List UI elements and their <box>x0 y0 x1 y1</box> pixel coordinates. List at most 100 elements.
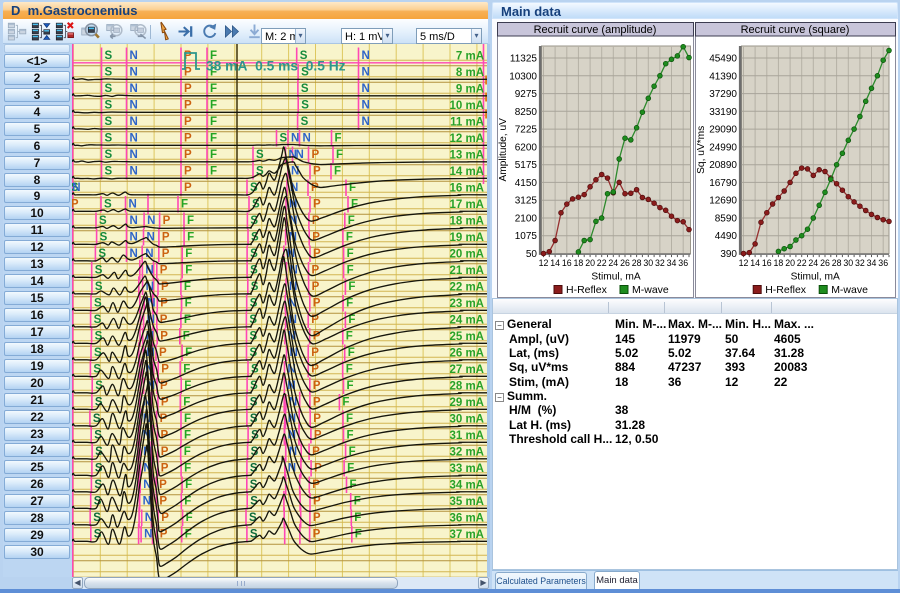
svg-text:20: 20 <box>785 258 795 268</box>
svg-text:18 mA: 18 mA <box>449 216 484 228</box>
svg-text:F: F <box>350 479 357 491</box>
svg-text:M-wave: M-wave <box>831 284 868 296</box>
svg-text:33 mA: 33 mA <box>449 463 484 475</box>
svg-text:P: P <box>311 347 319 359</box>
svg-text:S: S <box>105 66 113 78</box>
svg-text:S: S <box>105 99 113 111</box>
svg-text:F: F <box>347 380 354 392</box>
svg-text:F: F <box>210 165 217 177</box>
svg-text:F: F <box>187 215 194 227</box>
svg-text:390: 390 <box>720 249 737 260</box>
svg-text:N: N <box>362 116 370 128</box>
svg-text:P: P <box>162 248 170 260</box>
svg-text:16 mA: 16 mA <box>449 183 484 195</box>
svg-text:N: N <box>130 215 138 227</box>
svg-text:19 mA: 19 mA <box>449 232 484 244</box>
svg-text:N: N <box>130 83 138 95</box>
svg-text:2100: 2100 <box>515 214 538 225</box>
svg-text:S: S <box>105 50 113 62</box>
svg-text:34 mA: 34 mA <box>449 480 484 492</box>
svg-text:26 mA: 26 mA <box>449 348 484 360</box>
svg-text:N: N <box>362 83 370 95</box>
svg-text:22: 22 <box>597 258 607 268</box>
svg-text:P: P <box>184 149 192 161</box>
svg-text:S: S <box>301 83 309 95</box>
svg-text:P: P <box>313 413 321 425</box>
svg-text:P: P <box>161 363 169 375</box>
svg-text:16790: 16790 <box>709 178 737 189</box>
svg-text:12: 12 <box>539 258 549 268</box>
svg-text:9275: 9275 <box>515 89 538 100</box>
svg-text:N: N <box>362 50 370 62</box>
svg-text:F: F <box>184 446 191 458</box>
svg-text:P: P <box>160 297 168 309</box>
svg-text:18: 18 <box>574 258 584 268</box>
svg-text:8 mA: 8 mA <box>456 67 484 79</box>
svg-text:28: 28 <box>632 258 642 268</box>
svg-text:36: 36 <box>878 258 888 268</box>
svg-text:N: N <box>130 66 138 78</box>
svg-text:35 mA: 35 mA <box>449 496 484 508</box>
svg-text:Sq, uV*ms: Sq, uV*ms <box>696 126 707 174</box>
svg-text:37290: 37290 <box>709 89 737 100</box>
svg-text:F: F <box>346 330 353 342</box>
svg-text:P: P <box>184 132 192 144</box>
svg-text:P: P <box>184 182 192 194</box>
svg-text:F: F <box>185 479 192 491</box>
svg-text:31 mA: 31 mA <box>449 430 484 442</box>
svg-text:F: F <box>354 512 361 524</box>
svg-text:S: S <box>280 132 288 144</box>
svg-text:23 mA: 23 mA <box>449 298 484 310</box>
svg-text:1075: 1075 <box>515 231 538 242</box>
svg-text:24990: 24990 <box>709 142 737 153</box>
svg-text:26: 26 <box>620 258 630 268</box>
svg-text:F: F <box>184 314 191 326</box>
svg-text:F: F <box>210 99 217 111</box>
svg-text:F: F <box>346 231 353 243</box>
svg-text:F: F <box>355 528 362 540</box>
svg-text:17 mA: 17 mA <box>449 199 484 211</box>
svg-text:P: P <box>312 231 320 243</box>
svg-text:P: P <box>313 165 321 177</box>
svg-text:41390: 41390 <box>709 71 737 82</box>
svg-text:P: P <box>184 165 192 177</box>
svg-text:28: 28 <box>832 258 842 268</box>
svg-text:24: 24 <box>808 258 818 268</box>
svg-text:P: P <box>184 116 192 128</box>
svg-text:S: S <box>100 231 108 243</box>
svg-text:N: N <box>144 528 152 540</box>
svg-text:Stimul, mA: Stimul, mA <box>591 272 640 283</box>
svg-text:N: N <box>303 132 311 144</box>
svg-text:N: N <box>147 215 155 227</box>
svg-text:Recruit curve (square): Recruit curve (square) <box>741 24 850 36</box>
svg-text:S: S <box>94 347 102 359</box>
svg-text:P: P <box>163 215 171 227</box>
svg-text:S: S <box>249 512 257 524</box>
svg-text:34: 34 <box>667 258 677 268</box>
svg-text:F: F <box>348 281 355 293</box>
svg-text:H-Reflex: H-Reflex <box>765 284 807 296</box>
svg-text:P: P <box>159 347 167 359</box>
svg-text:4490: 4490 <box>715 231 738 242</box>
svg-text:N: N <box>143 495 151 507</box>
svg-text:S: S <box>301 99 309 111</box>
svg-text:N: N <box>362 99 370 111</box>
svg-text:30: 30 <box>843 258 853 268</box>
svg-text:N: N <box>130 149 138 161</box>
svg-text:P: P <box>313 512 321 524</box>
svg-text:F: F <box>184 429 191 441</box>
svg-text:P: P <box>160 314 168 326</box>
svg-text:30: 30 <box>643 258 653 268</box>
svg-text:37 mA: 37 mA <box>449 529 484 541</box>
svg-text:24 mA: 24 mA <box>449 315 484 327</box>
svg-text:7225: 7225 <box>515 125 538 136</box>
svg-text:6200: 6200 <box>515 142 538 153</box>
svg-text:S: S <box>105 83 113 95</box>
svg-text:F: F <box>187 231 194 243</box>
svg-text:38 mA 0.5 ms 0.5 Hz: 38 mA 0.5 ms 0.5 Hz <box>206 59 346 74</box>
svg-text:P: P <box>312 281 320 293</box>
svg-text:34: 34 <box>867 258 877 268</box>
svg-text:32: 32 <box>655 258 665 268</box>
svg-text:N: N <box>130 165 138 177</box>
svg-text:22 mA: 22 mA <box>449 282 484 294</box>
